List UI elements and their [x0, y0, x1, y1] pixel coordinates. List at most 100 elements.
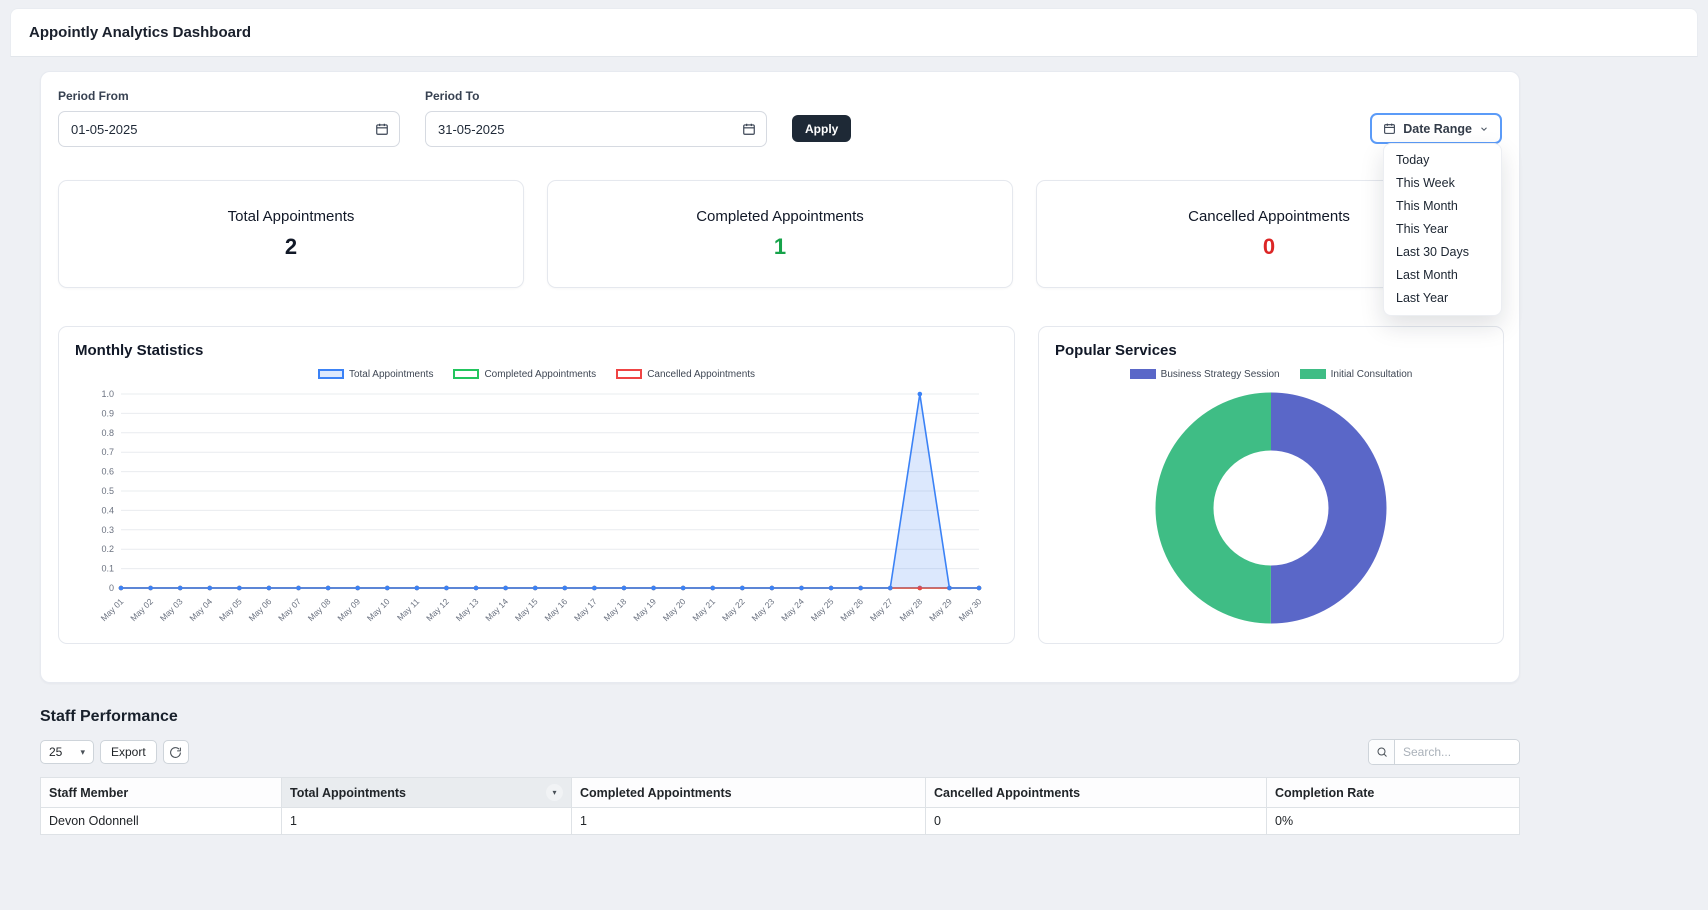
calendar-icon[interactable] [742, 122, 756, 136]
export-button[interactable]: Export [100, 740, 157, 764]
legend-swatch [1129, 369, 1156, 379]
menu-item-this-year[interactable]: This Year [1384, 218, 1501, 241]
data-point [444, 585, 449, 591]
cell-completed-appointments: 1 [571, 807, 926, 835]
data-point [858, 585, 863, 591]
page-title: Appointly Analytics Dashboard [29, 24, 251, 41]
data-point [118, 585, 124, 591]
y-tick-label: 0.4 [101, 505, 114, 515]
apply-button[interactable]: Apply [792, 115, 852, 142]
x-tick-label: May 14 [483, 596, 510, 623]
y-tick-label: 0.8 [101, 428, 114, 438]
data-point [414, 585, 420, 591]
menu-item-this-month[interactable]: This Month [1384, 195, 1501, 218]
column-header-cancelled-appointments[interactable]: Cancelled Appointments [925, 777, 1267, 808]
y-tick-label: 0.1 [101, 564, 114, 574]
x-tick-label: May 26 [838, 596, 865, 623]
data-point [384, 585, 390, 591]
chart-title: Monthly Statistics [75, 342, 204, 359]
period-from-label: Period From [58, 89, 129, 103]
legend-swatch [453, 369, 480, 379]
analytics-panel: Period From Period To Apply [40, 71, 1520, 683]
table-header-row: Staff Member Total Appointments ▾ Comple… [40, 777, 1520, 808]
column-header-completion-rate[interactable]: Completion Rate [1266, 777, 1520, 808]
calendar-icon[interactable] [375, 122, 389, 136]
stat-value: 0 [1262, 234, 1276, 259]
column-header-completed-appointments[interactable]: Completed Appointments [571, 777, 926, 808]
caret-down-icon: ▾ [80, 746, 85, 757]
column-header-label: Total Appointments [290, 785, 406, 800]
y-tick-label: 0.9 [101, 408, 114, 418]
x-tick-label: May 27 [868, 596, 895, 623]
legend-item[interactable]: Cancelled Appointments [616, 369, 755, 380]
data-point [592, 585, 597, 591]
legend-item[interactable]: Total Appointments [317, 368, 434, 380]
data-point [828, 585, 834, 591]
section-title-staff-performance: Staff Performance [40, 708, 178, 725]
date-range-menu: Today This Week This Month This Year Las… [1383, 143, 1502, 316]
stat-label: Cancelled Appointments [1188, 208, 1350, 225]
period-to-field: Period To [425, 89, 767, 147]
chart-legend: Total Appointments Completed Appointments… [75, 368, 998, 380]
legend-item[interactable]: Initial Consultation [1299, 368, 1413, 380]
stats-row: Total Appointments 2 Completed Appointme… [58, 180, 1502, 288]
period-from-input[interactable] [58, 111, 400, 147]
x-tick-label: May 05 [217, 596, 244, 623]
data-point [710, 585, 716, 591]
column-header-total-appointments[interactable]: Total Appointments ▾ [281, 777, 572, 808]
menu-item-last-month[interactable]: Last Month [1384, 264, 1501, 287]
menu-item-this-week[interactable]: This Week [1384, 172, 1501, 195]
chevron-down-icon [1479, 124, 1489, 134]
x-tick-label: May 12 [424, 596, 451, 623]
x-tick-label: May 15 [513, 596, 540, 623]
x-tick-label: May 30 [957, 596, 984, 623]
staff-performance-section: Staff Performance 25 ▾ Export Search... … [40, 708, 1520, 835]
menu-item-last-30-days[interactable]: Last 30 Days [1384, 241, 1501, 264]
column-menu-button[interactable]: ▾ [546, 784, 563, 801]
data-point [680, 585, 686, 591]
period-to-input[interactable] [425, 111, 767, 147]
chart-legend: Business Strategy Session Initial Consult… [1055, 368, 1487, 380]
legend-swatch [616, 369, 643, 379]
cell-staff-member: Devon Odonnell [40, 807, 282, 835]
column-header-staff-member[interactable]: Staff Member [40, 777, 282, 808]
date-range-button[interactable]: Date Range [1370, 113, 1502, 144]
cell-cancelled-appointments: 0 [925, 807, 1267, 835]
period-to-value[interactable] [436, 120, 742, 138]
period-from-value[interactable] [69, 120, 375, 138]
popular-services-chart [1155, 392, 1387, 624]
x-tick-label: May 16 [542, 596, 569, 623]
x-tick-label: May 01 [99, 596, 126, 623]
monthly-statistics-chart: 00.10.20.30.40.50.60.70.80.91.0May 01 May… [99, 389, 984, 623]
page-size-select[interactable]: 25 ▾ [40, 740, 94, 764]
legend-item[interactable]: Completed Appointments [453, 369, 596, 380]
data-point [148, 585, 153, 591]
data-point [799, 585, 804, 591]
search-input[interactable] [1395, 740, 1519, 764]
stat-value: 1 [773, 234, 787, 259]
popular-services-card: Popular Services Business Strategy Sessi… [1038, 326, 1504, 644]
data-point [237, 585, 242, 591]
table-row: Devon Odonnell 1 1 0 0% [40, 807, 1520, 835]
x-tick-label: May 25 [809, 596, 836, 623]
menu-item-today[interactable]: Today [1384, 149, 1501, 172]
data-point [473, 585, 479, 591]
refresh-button[interactable] [162, 740, 189, 764]
x-tick-label: May 23 [750, 596, 777, 623]
legend-label: Completed Appointments [484, 368, 597, 380]
data-point [325, 585, 331, 591]
filter-row: Period From Period To Apply [58, 89, 1502, 147]
data-point [621, 585, 627, 591]
x-tick-label: May 19 [631, 596, 658, 623]
x-tick-label: May 10 [365, 596, 392, 623]
date-range-label: Date Range [1403, 121, 1472, 136]
menu-item-last-year[interactable]: Last Year [1384, 287, 1501, 310]
x-tick-label: May 21 [690, 596, 717, 623]
legend-item[interactable]: Business Strategy Session [1129, 369, 1280, 380]
y-tick-label: 0 [109, 583, 114, 593]
cell-total-appointments: 1 [281, 807, 572, 835]
legend-label: Total Appointments [348, 368, 434, 380]
x-tick-label: May 17 [572, 596, 599, 623]
search-box [1368, 739, 1520, 765]
legend-label: Initial Consultation [1330, 368, 1413, 380]
